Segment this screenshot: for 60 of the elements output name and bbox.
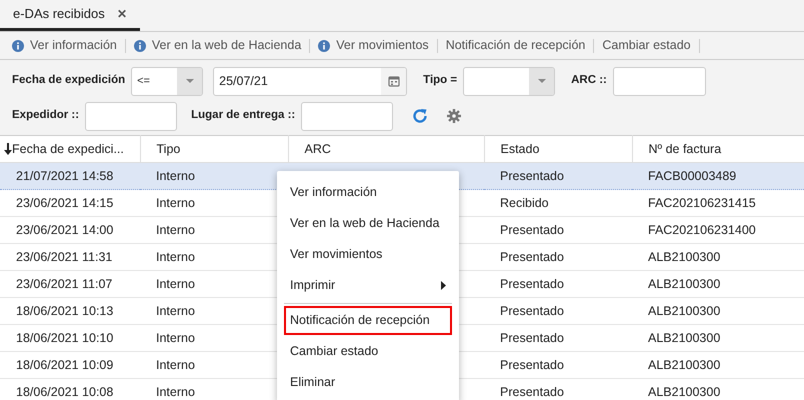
refresh-icon[interactable] (411, 107, 430, 125)
table-cell: 23/06/2021 14:00 (0, 216, 140, 244)
info-icon (134, 40, 146, 52)
table-cell: 23/06/2021 11:07 (0, 270, 140, 298)
table-cell: FAC202106231415 (632, 190, 804, 216)
close-icon[interactable]: ✕ (116, 4, 127, 22)
operator-dropdown[interactable]: <= (131, 66, 204, 96)
info-icon (12, 40, 24, 52)
table-cell: Presentado (484, 270, 632, 298)
column-header[interactable]: Tipo (140, 136, 288, 162)
caret-icon (536, 78, 547, 84)
table-cell: FACB00003489 (632, 162, 804, 190)
text-field[interactable] (85, 102, 178, 130)
table-cell: Presentado (484, 244, 632, 270)
column-header[interactable]: ARC (288, 136, 484, 162)
table-cell: Presentado (484, 352, 632, 378)
filter-label: Lugar de entrega :: (191, 108, 296, 124)
table-cell: 23/06/2021 14:15 (0, 190, 140, 216)
toolbar-button[interactable]: Ver movimientos (310, 36, 437, 55)
text-field[interactable] (301, 102, 394, 130)
table-cell: 21/07/2021 14:58 (0, 162, 140, 190)
tab[interactable]: e-DAs recibidos ✕ (0, 0, 140, 31)
table-cell: ALB2100300 (632, 324, 804, 352)
filter-label: Fecha de expedición (12, 73, 126, 88)
calendar-icon (388, 75, 400, 87)
table-cell: 18/06/2021 10:13 (0, 298, 140, 324)
table-cell: ALB2100300 (632, 352, 804, 378)
table-cell: 18/06/2021 10:10 (0, 324, 140, 352)
submenu-arrow-icon (441, 281, 446, 290)
table-cell: Recibido (484, 190, 632, 216)
toolbar-button[interactable]: Cambiar estado (594, 36, 699, 55)
table-cell: 18/06/2021 10:08 (0, 378, 140, 400)
table-cell: Interno (140, 162, 288, 190)
table-cell: ALB2100300 (632, 244, 804, 270)
toolbar-button[interactable]: Ver información (4, 36, 125, 55)
filter-label: ARC :: (571, 73, 607, 88)
sort-arrow-icon (4, 143, 12, 156)
table-cell: ALB2100300 (632, 298, 804, 324)
type-dropdown[interactable] (463, 66, 556, 96)
table-cell: Presentado (484, 298, 632, 324)
table-cell: FAC202106231400 (632, 216, 804, 244)
column-header[interactable]: Fecha de expedici... (0, 136, 140, 162)
caret-icon (184, 78, 195, 84)
info-icon (318, 40, 330, 52)
text-field[interactable] (612, 66, 706, 96)
date-field[interactable]: 25/07/21 (213, 66, 408, 96)
table-cell: Presentado (484, 378, 632, 400)
table-cell: ALB2100300 (632, 378, 804, 400)
filter-label: Tipo = (423, 73, 458, 88)
table-cell: Presentado (484, 324, 632, 352)
table-cell: Presentado (484, 162, 632, 190)
table-cell: 18/06/2021 10:09 (0, 352, 140, 378)
settings-icon[interactable] (447, 109, 462, 123)
toolbar-button[interactable]: Ver en la web de Hacienda (126, 36, 310, 55)
toolbar-button[interactable]: Notificación de recepción (438, 36, 594, 55)
table-cell: ALB2100300 (632, 270, 804, 298)
table-cell: 23/06/2021 11:31 (0, 244, 140, 270)
column-header[interactable]: Estado (484, 136, 632, 162)
table-cell: Presentado (484, 216, 632, 244)
filter-label: Expedidor :: (12, 108, 80, 124)
